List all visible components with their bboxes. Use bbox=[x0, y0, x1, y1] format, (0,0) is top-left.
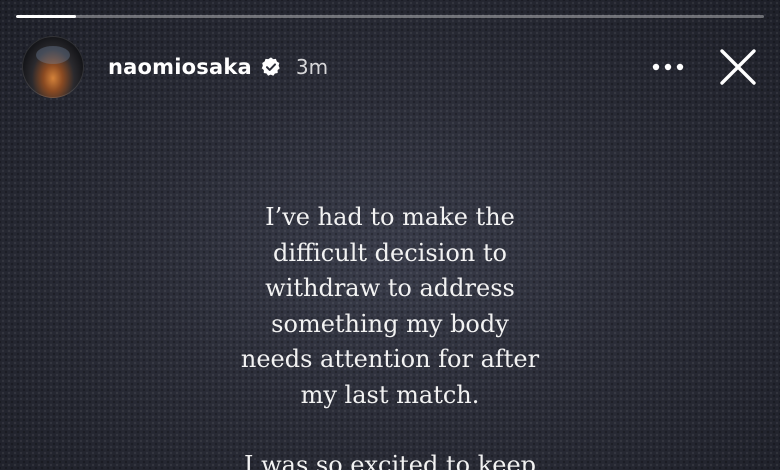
story-header: naomiosaka 3m bbox=[22, 36, 760, 98]
close-button[interactable] bbox=[716, 45, 760, 89]
close-icon bbox=[720, 49, 756, 85]
story-text-line: difficult decision to bbox=[273, 238, 507, 267]
story-progress-fill bbox=[16, 15, 76, 18]
story-text-line: withdraw to address bbox=[265, 274, 515, 302]
story-text-line: needs attention for after bbox=[240, 345, 540, 373]
post-time: 3m bbox=[295, 55, 329, 79]
story-text-line: I’ve had to make the bbox=[265, 203, 515, 231]
story-viewer[interactable]: naomiosaka 3m I’ve had to make the diffi… bbox=[0, 0, 780, 470]
verified-badge-icon bbox=[261, 57, 280, 76]
more-options-button[interactable] bbox=[646, 45, 690, 89]
story-text-line: my last match. bbox=[300, 380, 480, 409]
story-text-line: something my body bbox=[271, 309, 509, 338]
avatar[interactable] bbox=[22, 36, 84, 98]
story-progress-bar bbox=[16, 15, 764, 18]
more-horizontal-icon bbox=[652, 63, 684, 71]
username[interactable]: naomiosaka bbox=[108, 55, 252, 79]
story-text-line: I was so excited to keep bbox=[243, 451, 537, 470]
story-text: I’ve had to make the difficult decision … bbox=[0, 200, 780, 470]
